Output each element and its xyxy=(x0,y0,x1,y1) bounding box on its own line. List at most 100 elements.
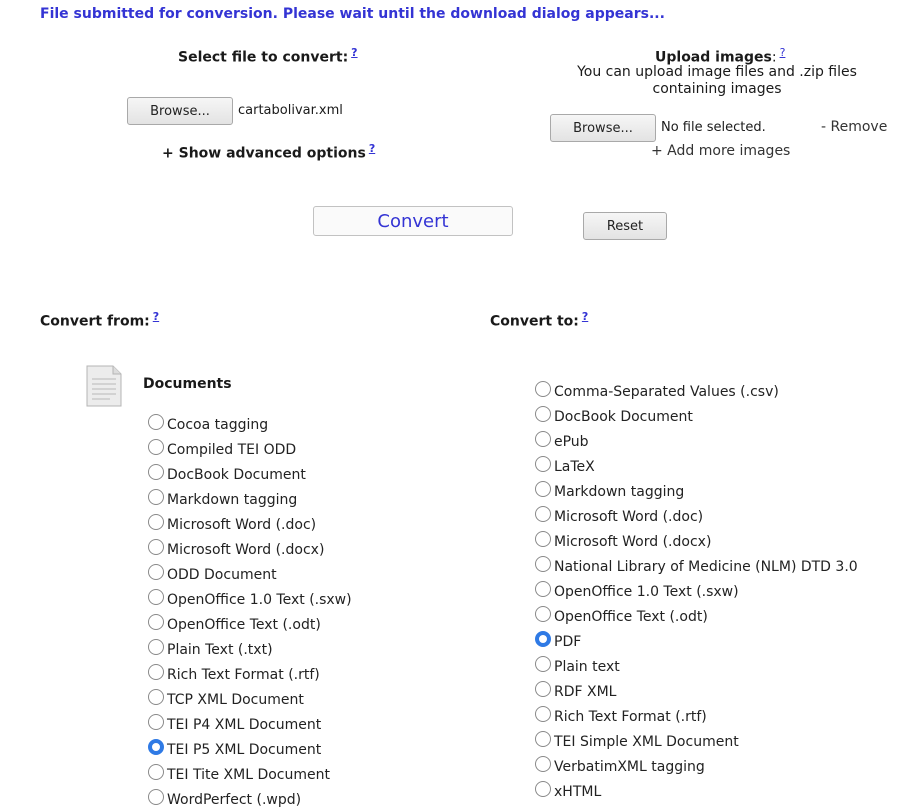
convert-from-radio[interactable] xyxy=(148,713,164,730)
convert-to-option-label: RDF XML xyxy=(554,683,617,700)
reset-button[interactable]: Reset xyxy=(583,212,667,240)
convert-to-help-link[interactable]: ? xyxy=(582,310,588,323)
convert-from-label: Convert from: xyxy=(40,313,150,330)
convert-from-option[interactable]: Markdown tagging xyxy=(148,487,352,512)
convert-to-option[interactable]: Microsoft Word (.doc) xyxy=(535,504,858,529)
convert-to-radio[interactable] xyxy=(535,605,551,622)
convert-to-option[interactable]: OpenOffice 1.0 Text (.sxw) xyxy=(535,579,858,604)
convert-to-option-label: Microsoft Word (.docx) xyxy=(554,533,712,550)
convert-from-option[interactable]: OpenOffice 1.0 Text (.sxw) xyxy=(148,587,352,612)
convert-to-option[interactable]: Comma-Separated Values (.csv) xyxy=(535,379,858,404)
convert-from-radio[interactable] xyxy=(148,738,164,755)
convert-to-option[interactable]: VerbatimXML tagging xyxy=(535,754,858,779)
convert-to-option-label: PDF xyxy=(554,633,582,650)
convert-from-radio[interactable] xyxy=(148,588,164,605)
convert-to-radio[interactable] xyxy=(535,730,551,747)
convert-from-option[interactable]: ODD Document xyxy=(148,562,352,587)
convert-from-radio[interactable] xyxy=(148,413,164,430)
upload-images-help-link[interactable]: ? xyxy=(780,46,786,59)
convert-to-option[interactable]: Markdown tagging xyxy=(535,479,858,504)
convert-to-radio[interactable] xyxy=(535,480,551,497)
convert-from-option[interactable]: Rich Text Format (.rtf) xyxy=(148,662,352,687)
convert-to-radio[interactable] xyxy=(535,530,551,547)
select-file-heading: Select file to convert:? xyxy=(178,46,358,66)
convert-from-radio[interactable] xyxy=(148,613,164,630)
convert-from-option[interactable]: Compiled TEI ODD xyxy=(148,437,352,462)
convert-from-option[interactable]: DocBook Document xyxy=(148,462,352,487)
convert-from-option-label: DocBook Document xyxy=(167,466,306,483)
convert-to-option[interactable]: DocBook Document xyxy=(535,404,858,429)
convert-to-option-label: Plain text xyxy=(554,658,620,675)
upload-images-browse-button[interactable]: Browse... xyxy=(550,114,656,142)
convert-to-radio[interactable] xyxy=(535,655,551,672)
convert-from-radio[interactable] xyxy=(148,438,164,455)
convert-from-radio[interactable] xyxy=(148,688,164,705)
convert-from-radio[interactable] xyxy=(148,788,164,805)
remove-image-link[interactable]: - Remove xyxy=(821,119,887,135)
convert-from-option-label: Cocoa tagging xyxy=(167,416,269,433)
convert-to-option[interactable]: ePub xyxy=(535,429,858,454)
convert-from-option-label: TCP XML Document xyxy=(167,691,304,708)
convert-to-option[interactable]: Plain text xyxy=(535,654,858,679)
convert-to-radio[interactable] xyxy=(535,755,551,772)
advanced-options-toggle[interactable]: + Show advanced options? xyxy=(162,142,375,162)
convert-to-radio[interactable] xyxy=(535,455,551,472)
convert-to-radio[interactable] xyxy=(535,780,551,797)
convert-to-option[interactable]: xHTML xyxy=(535,779,858,804)
convert-from-option[interactable]: TEI Tite XML Document xyxy=(148,762,352,787)
convert-from-radio[interactable] xyxy=(148,563,164,580)
convert-to-option[interactable]: Microsoft Word (.docx) xyxy=(535,529,858,554)
convert-to-option[interactable]: TEI Simple XML Document xyxy=(535,729,858,754)
convert-to-options: Comma-Separated Values (.csv) DocBook Doc… xyxy=(535,379,858,804)
convert-button[interactable]: Convert xyxy=(313,206,513,236)
convert-to-option-label: OpenOffice 1.0 Text (.sxw) xyxy=(554,583,739,600)
upload-images-description: You can upload image files and .zip file… xyxy=(577,64,857,97)
convert-to-option[interactable]: LaTeX xyxy=(535,454,858,479)
convert-to-radio[interactable] xyxy=(535,430,551,447)
convert-to-option[interactable]: PDF xyxy=(535,629,858,654)
convert-from-radio[interactable] xyxy=(148,538,164,555)
advanced-options-label: + Show advanced options xyxy=(162,145,366,162)
convert-from-radio[interactable] xyxy=(148,488,164,505)
convert-from-option[interactable]: WordPerfect (.wpd) xyxy=(148,787,352,812)
convert-from-option[interactable]: TEI P4 XML Document xyxy=(148,712,352,737)
convert-from-radio[interactable] xyxy=(148,663,164,680)
advanced-options-help-link[interactable]: ? xyxy=(369,142,375,155)
convert-from-radio[interactable] xyxy=(148,463,164,480)
convert-from-option-label: OpenOffice Text (.odt) xyxy=(167,616,321,633)
status-message: File submitted for conversion. Please wa… xyxy=(40,6,665,22)
convert-to-option[interactable]: National Library of Medicine (NLM) DTD 3… xyxy=(535,554,858,579)
convert-from-radio[interactable] xyxy=(148,638,164,655)
convert-from-option[interactable]: Microsoft Word (.doc) xyxy=(148,512,352,537)
convert-from-radio[interactable] xyxy=(148,763,164,780)
convert-to-option[interactable]: Rich Text Format (.rtf) xyxy=(535,704,858,729)
convert-from-option[interactable]: Plain Text (.txt) xyxy=(148,637,352,662)
convert-to-option[interactable]: OpenOffice Text (.odt) xyxy=(535,604,858,629)
convert-to-option-label: DocBook Document xyxy=(554,408,693,425)
convert-to-radio[interactable] xyxy=(535,680,551,697)
convert-to-radio[interactable] xyxy=(535,380,551,397)
convert-to-radio[interactable] xyxy=(535,405,551,422)
select-file-help-link[interactable]: ? xyxy=(351,46,357,59)
convert-to-option-label: VerbatimXML tagging xyxy=(554,758,705,775)
convert-to-option-label: Rich Text Format (.rtf) xyxy=(554,708,707,725)
convert-from-option-label: Compiled TEI ODD xyxy=(167,441,297,458)
convert-from-radio[interactable] xyxy=(148,513,164,530)
selected-file-name: cartabolivar.xml xyxy=(238,103,343,118)
convert-to-radio[interactable] xyxy=(535,630,551,647)
convert-from-option[interactable]: TEI P5 XML Document xyxy=(148,737,352,762)
convert-to-radio[interactable] xyxy=(535,505,551,522)
convert-from-option[interactable]: Microsoft Word (.docx) xyxy=(148,537,352,562)
convert-from-option[interactable]: OpenOffice Text (.odt) xyxy=(148,612,352,637)
convert-to-option[interactable]: RDF XML xyxy=(535,679,858,704)
convert-to-radio[interactable] xyxy=(535,555,551,572)
convert-to-radio[interactable] xyxy=(535,580,551,597)
select-file-label: Select file to convert: xyxy=(178,49,349,66)
convert-from-option[interactable]: Cocoa tagging xyxy=(148,412,352,437)
add-more-images-link[interactable]: + Add more images xyxy=(651,143,790,159)
convert-to-radio[interactable] xyxy=(535,705,551,722)
select-file-browse-button[interactable]: Browse... xyxy=(127,97,233,125)
convert-from-option-label: Markdown tagging xyxy=(167,491,298,508)
convert-from-option[interactable]: TCP XML Document xyxy=(148,687,352,712)
convert-from-help-link[interactable]: ? xyxy=(153,310,159,323)
